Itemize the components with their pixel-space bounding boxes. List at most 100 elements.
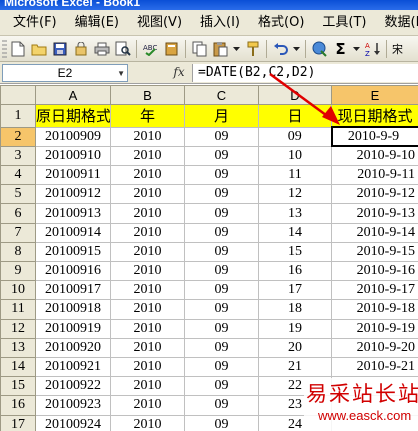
original-date-cell[interactable]: 20100923 [35, 395, 111, 416]
format-painter-icon[interactable] [244, 40, 261, 57]
month-cell[interactable]: 09 [184, 222, 259, 243]
spelling-icon[interactable]: ABC [142, 40, 159, 57]
year-cell[interactable]: 2010 [110, 203, 185, 224]
original-date-cell[interactable]: 20100909 [35, 126, 111, 147]
row-header[interactable]: 14 [0, 356, 36, 378]
month-cell[interactable]: 09 [184, 280, 259, 301]
new-date-cell[interactable]: 2010-9-10 [331, 145, 418, 167]
month-cell[interactable]: 09 [184, 165, 259, 186]
font-name-box[interactable]: 宋 [392, 41, 403, 57]
day-cell[interactable]: 19 [258, 318, 332, 339]
column-header[interactable]: D [258, 84, 332, 106]
row-header[interactable]: 17 [0, 414, 36, 431]
menu-insert[interactable]: 插入(I) [191, 12, 249, 34]
day-cell[interactable]: 11 [258, 165, 332, 186]
toolbar-grip-handle[interactable] [2, 39, 7, 58]
new-date-cell[interactable]: 2010-9-19 [331, 318, 418, 339]
header-cell-original-date[interactable]: 原日期格式 [35, 104, 111, 128]
day-cell[interactable]: 18 [258, 299, 332, 320]
row-header[interactable]: 1 [0, 104, 36, 128]
day-cell[interactable]: 16 [258, 260, 332, 282]
row-header[interactable]: 6 [0, 203, 36, 224]
day-cell[interactable]: 20 [258, 337, 332, 358]
original-date-cell[interactable]: 20100916 [35, 260, 111, 282]
day-cell[interactable]: 15 [258, 241, 332, 263]
year-cell[interactable]: 2010 [110, 280, 185, 301]
new-date-cell[interactable]: 2010-9-17 [331, 280, 418, 301]
original-date-cell[interactable]: 20100910 [35, 145, 111, 167]
year-cell[interactable]: 2010 [110, 356, 185, 378]
header-cell-new-date[interactable]: 现日期格式 [331, 104, 418, 128]
row-header[interactable]: 8 [0, 241, 36, 263]
original-date-cell[interactable]: 20100914 [35, 222, 111, 243]
original-date-cell[interactable]: 20100920 [35, 337, 111, 358]
copy-icon[interactable] [191, 40, 208, 57]
menu-format[interactable]: 格式(O) [249, 12, 313, 34]
row-header[interactable]: 9 [0, 260, 36, 282]
autosum-icon[interactable]: Σ [332, 40, 349, 58]
month-cell[interactable]: 09 [184, 126, 259, 147]
column-header-active[interactable]: E [331, 84, 418, 106]
paste-icon[interactable] [212, 40, 229, 57]
month-cell[interactable]: 09 [184, 318, 259, 339]
column-header[interactable]: C [184, 84, 259, 106]
year-cell[interactable]: 2010 [110, 260, 185, 282]
year-cell[interactable]: 2010 [110, 395, 185, 416]
month-cell[interactable]: 09 [184, 260, 259, 282]
year-cell[interactable]: 2010 [110, 376, 185, 397]
paste-dropdown-icon[interactable] [233, 40, 240, 57]
insert-function-icon[interactable]: fx [168, 65, 190, 81]
name-box-dropdown-icon[interactable]: ▼ [117, 66, 125, 82]
row-header[interactable]: 13 [0, 337, 36, 358]
month-cell[interactable]: 09 [184, 145, 259, 167]
new-date-cell[interactable]: 2010-9-13 [331, 203, 418, 224]
new-date-cell[interactable]: 2010-9-14 [331, 222, 418, 243]
original-date-cell[interactable]: 20100924 [35, 414, 111, 431]
new-document-icon[interactable] [9, 40, 26, 57]
day-cell[interactable]: 21 [258, 356, 332, 378]
selected-cell[interactable]: 2010-9-9 [330, 126, 418, 148]
month-cell[interactable]: 09 [184, 203, 259, 224]
month-cell[interactable]: 09 [184, 395, 259, 416]
year-cell[interactable]: 2010 [110, 414, 185, 431]
month-cell[interactable]: 09 [184, 241, 259, 263]
header-cell-month[interactable]: 月 [184, 104, 259, 128]
row-header[interactable]: 2 [0, 126, 36, 147]
menu-edit[interactable]: 编辑(E) [66, 12, 128, 34]
new-date-cell[interactable]: 2010-9-16 [331, 260, 418, 282]
row-header[interactable]: 10 [0, 280, 36, 301]
original-date-cell[interactable]: 20100917 [35, 280, 111, 301]
original-date-cell[interactable]: 20100912 [35, 184, 111, 205]
row-header[interactable]: 12 [0, 318, 36, 339]
original-date-cell[interactable]: 20100913 [35, 203, 111, 224]
row-header[interactable]: 4 [0, 165, 36, 186]
day-cell[interactable]: 12 [258, 184, 332, 205]
year-cell[interactable]: 2010 [110, 165, 185, 186]
row-header[interactable]: 7 [0, 222, 36, 243]
row-header[interactable]: 15 [0, 376, 36, 397]
menu-view[interactable]: 视图(V) [128, 12, 191, 34]
permission-icon[interactable] [72, 40, 89, 57]
new-date-cell[interactable]: 2010-9-21 [331, 356, 418, 378]
original-date-cell[interactable]: 20100921 [35, 356, 111, 378]
original-date-cell[interactable]: 20100922 [35, 376, 111, 397]
column-header[interactable]: B [110, 84, 185, 106]
menu-tools[interactable]: 工具(T) [313, 12, 375, 34]
year-cell[interactable]: 2010 [110, 318, 185, 339]
sort-ascending-icon[interactable]: AZ [364, 40, 381, 57]
header-cell-day[interactable]: 日 [258, 104, 332, 128]
new-date-cell[interactable]: 2010-9-12 [331, 184, 418, 205]
month-cell[interactable]: 09 [184, 337, 259, 358]
original-date-cell[interactable]: 20100918 [35, 299, 111, 320]
menu-file[interactable]: 文件(F) [4, 12, 66, 34]
month-cell[interactable]: 09 [184, 376, 259, 397]
month-cell[interactable]: 09 [184, 356, 259, 378]
name-box[interactable]: E2 ▼ [2, 64, 128, 82]
open-folder-icon[interactable] [30, 40, 47, 57]
row-header[interactable]: 11 [0, 299, 36, 320]
column-header[interactable]: A [35, 84, 111, 106]
day-cell[interactable]: 14 [258, 222, 332, 243]
year-cell[interactable]: 2010 [110, 241, 185, 263]
day-cell[interactable]: 09 [258, 126, 332, 147]
hyperlink-icon[interactable] [311, 40, 328, 57]
